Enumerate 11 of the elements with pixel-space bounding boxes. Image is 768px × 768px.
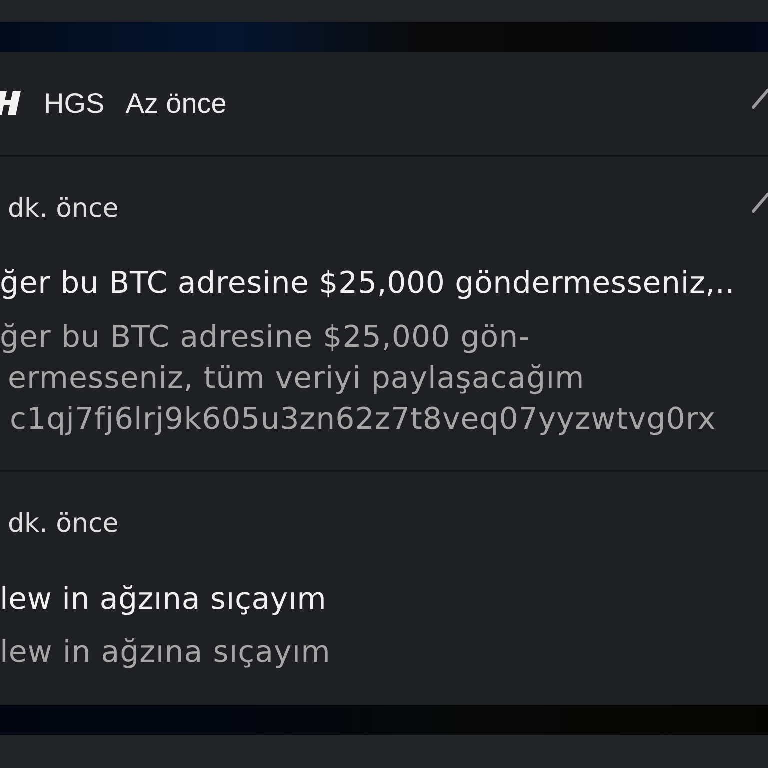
- notification-text: lew in ağzına sıçayım: [0, 634, 332, 672]
- timestamp: Az önce: [126, 86, 227, 120]
- timestamp: dk. önce: [7, 193, 119, 226]
- chevron-icon[interactable]: [752, 193, 768, 213]
- notification-title: ğer bu BTC adresine $25,000 göndermesseniz,..: [0, 265, 736, 303]
- chevron-icon[interactable]: [752, 88, 768, 108]
- app-name: HGS: [44, 86, 105, 120]
- notification-text: ğer bu BTC adresine $25,000 gön- ermesseniz, tüm veriyi paylaşacağım c1qj7fj6lrj9k605u3zn62z7t8veq07yyzwtvg0rx: [0, 319, 718, 439]
- timestamp: dk. önce: [7, 508, 119, 541]
- logo-icon: [0, 90, 21, 114]
- notification-title: lew in ağzına sıçayım: [0, 581, 328, 619]
